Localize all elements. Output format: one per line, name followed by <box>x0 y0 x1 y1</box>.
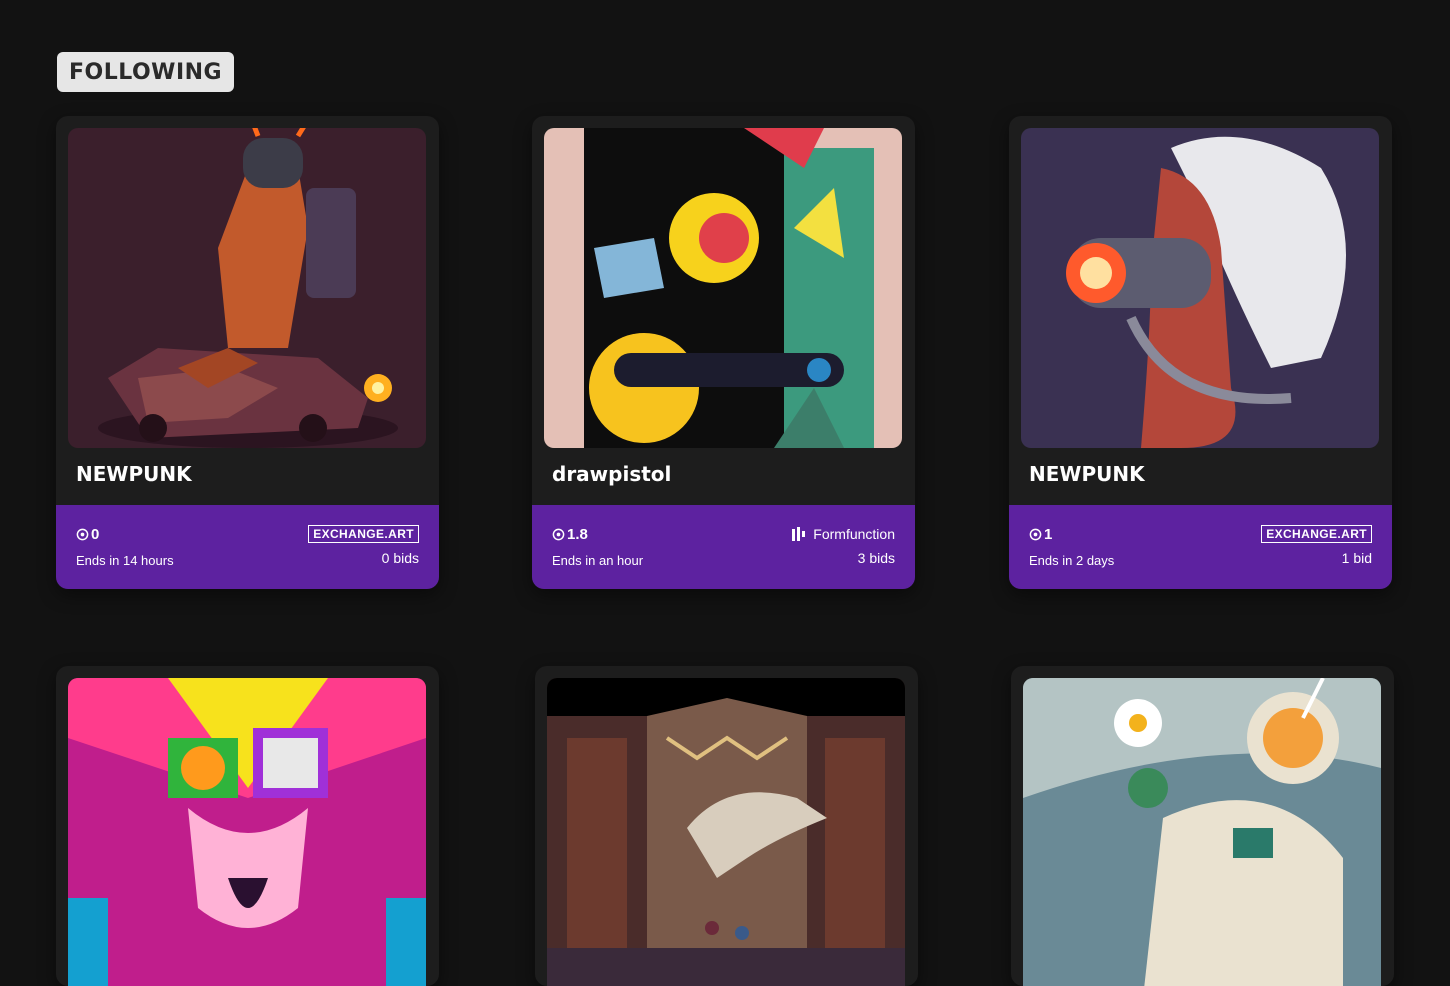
card-footer: 0 Ends in 14 hours EXCHANGE.ART 0 bids <box>56 505 439 589</box>
price-value: 1.8 <box>567 526 588 543</box>
platform-badge[interactable]: EXCHANGE.ART <box>308 525 419 543</box>
ends-in: Ends in 2 days <box>1029 553 1115 568</box>
artist-name[interactable]: NEWPUNK <box>1029 462 1145 486</box>
ends-in: Ends in 14 hours <box>76 553 174 568</box>
platform-name: Formfunction <box>813 526 895 542</box>
platform-badge[interactable]: Formfunction <box>792 526 895 542</box>
abstract-shapes-image[interactable] <box>544 128 902 448</box>
auction-card[interactable] <box>1011 666 1394 986</box>
card-footer: 1.8 Ends in an hour Formfunction 3 bids <box>532 505 915 589</box>
card-footer: 1 Ends in 2 days EXCHANGE.ART 1 bid <box>1009 505 1392 589</box>
formfunction-icon <box>792 527 806 541</box>
scooter-rider-image[interactable] <box>68 128 426 448</box>
auction-card[interactable]: NEWPUNK 0 Ends in 14 hours EXCHANGE.ART … <box>56 116 439 589</box>
auction-card[interactable]: drawpistol 1.8 Ends in an hour Formfunct… <box>532 116 915 589</box>
gasmask-woman-image[interactable] <box>1021 128 1379 448</box>
dinosaur-museum-image[interactable] <box>547 678 905 986</box>
ends-in: Ends in an hour <box>552 553 644 568</box>
auction-card[interactable] <box>56 666 439 986</box>
price-value: 1 <box>1044 526 1053 543</box>
price: 1.8 <box>552 526 588 543</box>
currency-icon <box>76 528 89 541</box>
astronaut-illustration-image[interactable] <box>1023 678 1381 986</box>
price: 1 <box>1029 526 1052 543</box>
bid-count: 0 bids <box>381 550 419 566</box>
psychedelic-tv-face-image[interactable] <box>68 678 426 986</box>
currency-icon <box>552 528 565 541</box>
section-title: FOLLOWING <box>57 52 235 92</box>
bid-count: 1 bid <box>1341 550 1372 566</box>
price-value: 0 <box>91 526 100 543</box>
artist-name[interactable]: drawpistol <box>552 462 671 486</box>
currency-icon <box>1029 528 1042 541</box>
auction-card[interactable] <box>535 666 918 986</box>
auction-card[interactable]: NEWPUNK 1 Ends in 2 days EXCHANGE.ART 1 … <box>1009 116 1392 589</box>
bid-count: 3 bids <box>857 550 895 566</box>
price: 0 <box>76 526 99 543</box>
artist-name[interactable]: NEWPUNK <box>76 462 192 486</box>
platform-badge[interactable]: EXCHANGE.ART <box>1261 525 1372 543</box>
